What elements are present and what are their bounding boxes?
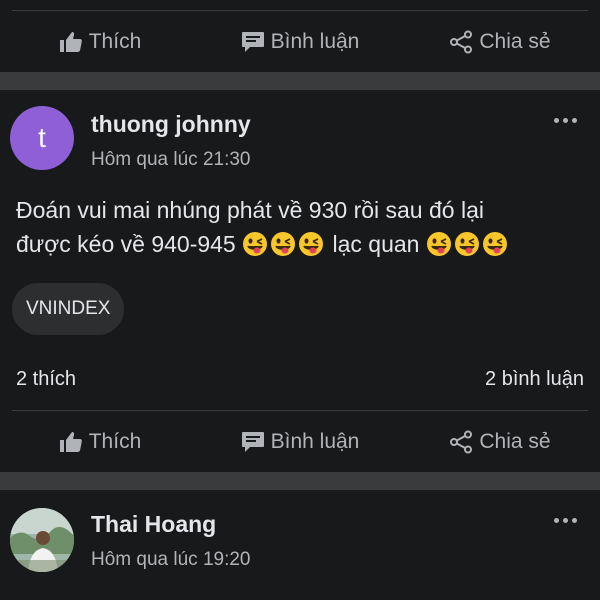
previous-post-action-bar: Thích Bình luận Chia sẻ — [0, 14, 600, 70]
like-label: Thích — [88, 30, 142, 53]
post-time[interactable]: Hôm qua lúc 21:30 — [91, 149, 251, 171]
share-icon — [449, 430, 473, 454]
post-separator — [0, 72, 600, 90]
avatar[interactable] — [10, 508, 74, 572]
post-action-bar: Thích Bình luận Chia sẻ — [0, 414, 600, 470]
share-icon — [449, 30, 473, 54]
post-line-2-start: được kéo về 940-945 — [16, 231, 236, 257]
comment-label: Bình luận — [270, 30, 360, 53]
comment-icon — [241, 431, 265, 453]
avatar[interactable]: t — [10, 106, 74, 170]
emoji-winking-tongue — [426, 231, 510, 257]
previous-post-card: Thích Bình luận Chia sẻ — [0, 0, 600, 72]
like-count[interactable]: 2 thích — [16, 368, 76, 391]
share-button[interactable]: Chia sẻ — [400, 14, 600, 70]
comment-button[interactable]: Bình luận — [200, 414, 400, 470]
divider — [12, 410, 588, 411]
more-dot — [562, 517, 568, 523]
post-line-2-end: lạc quan — [332, 231, 420, 257]
comment-icon — [241, 31, 265, 53]
more-dot — [553, 517, 559, 523]
divider — [12, 10, 588, 11]
comment-label: Bình luận — [270, 430, 360, 453]
hashtag-chip[interactable]: VNINDEX — [12, 283, 125, 335]
thumbs-up-icon — [59, 31, 83, 53]
author-name[interactable]: thuong johnny — [91, 111, 251, 138]
post-card — [0, 490, 600, 600]
share-label: Chia sẻ — [479, 30, 551, 53]
avatar-photo-icon — [10, 508, 74, 572]
emoji-winking-tongue — [242, 231, 332, 257]
more-dot — [571, 117, 577, 123]
more-dot — [562, 117, 568, 123]
author-name[interactable]: Thai Hoang — [91, 511, 216, 538]
more-options-button[interactable] — [550, 113, 580, 127]
like-button[interactable]: Thích — [0, 14, 200, 70]
hashtag-label: VNINDEX — [26, 298, 111, 319]
thumbs-up-icon — [59, 431, 83, 453]
comment-count[interactable]: 2 bình luận — [485, 368, 584, 391]
comment-button[interactable]: Bình luận — [200, 14, 400, 70]
more-dot — [553, 117, 559, 123]
post-time[interactable]: Hôm qua lúc 19:20 — [91, 549, 251, 571]
like-label: Thích — [88, 430, 142, 453]
post-separator — [0, 472, 600, 490]
post-line-2: được kéo về 940-945 lạc quan — [16, 227, 586, 261]
avatar-letter: t — [38, 122, 46, 153]
share-button[interactable]: Chia sẻ — [400, 414, 600, 470]
more-dot — [571, 517, 577, 523]
like-button[interactable]: Thích — [0, 414, 200, 470]
share-label: Chia sẻ — [479, 430, 551, 453]
post-line-1: Đoán vui mai nhúng phát về 930 rồi sau đ… — [16, 197, 484, 223]
post-body: Đoán vui mai nhúng phát về 930 rồi sau đ… — [16, 193, 586, 261]
more-options-button[interactable] — [550, 513, 580, 527]
